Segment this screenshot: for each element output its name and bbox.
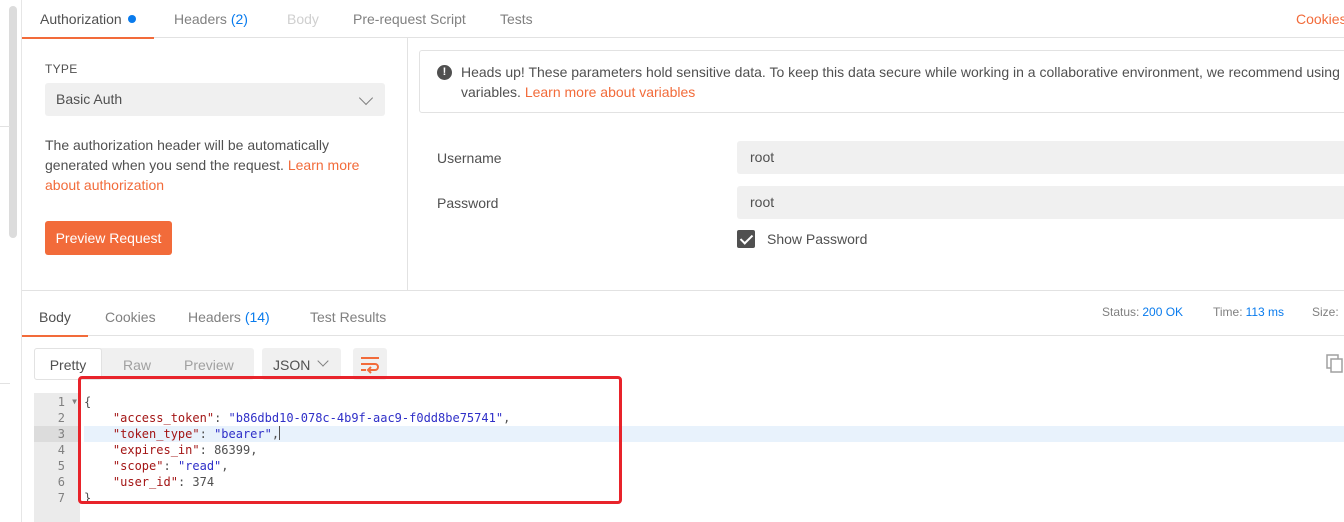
tab-tests[interactable]: Tests: [500, 0, 533, 38]
copy-icon[interactable]: [1326, 354, 1344, 374]
format-toggle: Pretty Raw Preview: [34, 348, 254, 380]
code-gutter: 1 ▼ 2 3 4 5 6 7: [34, 393, 80, 522]
time-label: Time:: [1213, 305, 1243, 319]
auth-type-value: Basic Auth: [56, 91, 123, 107]
active-tab-indicator: [22, 335, 88, 337]
size-indicator: Size:: [1312, 305, 1339, 319]
sidebar-divider: [0, 383, 10, 384]
show-password-checkbox[interactable]: [737, 230, 755, 248]
warning-line-2: variables.: [461, 84, 525, 100]
auth-type-panel: TYPE Basic Auth The authorization header…: [22, 38, 408, 290]
password-input[interactable]: root: [737, 186, 1344, 219]
tab-pre-request-script[interactable]: Pre-request Script: [353, 0, 466, 38]
username-value: root: [750, 149, 775, 165]
status-label: Status:: [1102, 305, 1140, 319]
show-password-label[interactable]: Show Password: [767, 231, 867, 247]
password-value: root: [750, 194, 775, 210]
preview-request-button[interactable]: Preview Request: [45, 221, 172, 255]
tab-response-headers[interactable]: Headers (14): [188, 296, 270, 336]
username-label: Username: [437, 150, 502, 166]
chevron-down-icon: [358, 90, 374, 106]
tab-test-results-label: Test Results: [310, 309, 387, 325]
language-value: JSON: [273, 357, 311, 373]
learn-more-variables-link[interactable]: Learn more about variables: [525, 84, 695, 100]
status-value: 200 OK: [1142, 305, 1184, 319]
line-number: 2: [57, 411, 65, 425]
code-line: "expires_in": 86399,: [112, 443, 258, 457]
warning-text: Heads up! These parameters hold sensitiv…: [461, 62, 1344, 102]
password-label: Password: [437, 195, 499, 211]
preview-button[interactable]: Preview: [184, 348, 234, 380]
username-input[interactable]: root: [737, 141, 1344, 174]
request-tabs: Authorization Headers (2) Body Pre-reque…: [22, 0, 1344, 39]
auth-description-text: The authorization header will be automat…: [45, 137, 330, 173]
chevron-down-icon: [317, 355, 329, 367]
tab-headers[interactable]: Headers (2): [174, 0, 248, 38]
line-number: 1 ▼: [57, 394, 77, 410]
code-line: "scope": "read",: [112, 459, 229, 473]
tab-body-label: Body: [287, 11, 319, 27]
tab-authorization-label: Authorization: [40, 11, 122, 27]
tab-response-headers-label: Headers: [188, 309, 241, 325]
wrap-lines-button[interactable]: [353, 348, 387, 380]
tab-response-cookies[interactable]: Cookies: [105, 296, 156, 336]
auth-description: The authorization header will be automat…: [45, 135, 380, 195]
code-line: "token_type": "bearer",: [84, 426, 1344, 442]
tab-response-cookies-label: Cookies: [105, 309, 156, 325]
pane-divider[interactable]: [22, 290, 1344, 291]
cookies-link[interactable]: Cookies: [1296, 0, 1344, 38]
left-sidebar-edge: [0, 0, 22, 522]
raw-button[interactable]: Raw: [123, 348, 151, 380]
tab-tests-label: Tests: [500, 11, 533, 27]
auth-type-select[interactable]: Basic Auth: [45, 83, 385, 116]
pretty-button[interactable]: Pretty: [34, 348, 102, 380]
type-label: TYPE: [45, 62, 78, 76]
time-value: 113 ms: [1245, 305, 1285, 319]
tab-test-results[interactable]: Test Results: [310, 296, 386, 336]
line-number: 6: [57, 475, 65, 489]
size-label: Size:: [1312, 305, 1339, 319]
sensitive-data-warning: ! Heads up! These parameters hold sensit…: [419, 50, 1344, 113]
response-body-editor[interactable]: { "access_token": "b86dbd10-078c-4b9f-aa…: [80, 393, 1344, 522]
tab-response-headers-count: (14): [244, 309, 270, 325]
tab-response-body-label: Body: [39, 309, 71, 325]
code-line: }: [84, 491, 92, 505]
line-number: 5: [57, 459, 65, 473]
tab-body[interactable]: Body: [287, 0, 319, 38]
sidebar-divider: [0, 126, 10, 127]
tab-pre-request-label: Pre-request Script: [353, 11, 466, 27]
tab-headers-count: (2): [230, 11, 248, 27]
tab-response-body[interactable]: Body: [22, 296, 88, 337]
line-number: 3: [34, 426, 80, 442]
modified-dot-icon: [127, 15, 136, 23]
tab-headers-label: Headers: [174, 11, 227, 27]
code-line: "access_token": "b86dbd10-078c-4b9f-aac9…: [112, 411, 511, 425]
code-line: "user_id": 374: [112, 475, 215, 489]
info-icon: !: [437, 65, 452, 80]
time-indicator: Time: 113 ms: [1213, 305, 1284, 319]
line-number: 4: [57, 443, 65, 457]
response-tabs: Body Cookies Headers (14) Test Results S…: [22, 296, 1344, 337]
wrap-lines-icon: [361, 357, 379, 374]
status-indicator: Status: 200 OK: [1102, 305, 1183, 319]
line-number: 7: [57, 491, 65, 505]
tab-authorization[interactable]: Authorization: [22, 0, 154, 39]
code-line: {: [84, 395, 92, 409]
language-select[interactable]: JSON: [262, 348, 341, 380]
fold-arrow-icon[interactable]: ▼: [72, 394, 77, 410]
warning-line-1: Heads up! These parameters hold sensitiv…: [461, 64, 1340, 80]
sidebar-scrollbar[interactable]: [9, 6, 17, 238]
